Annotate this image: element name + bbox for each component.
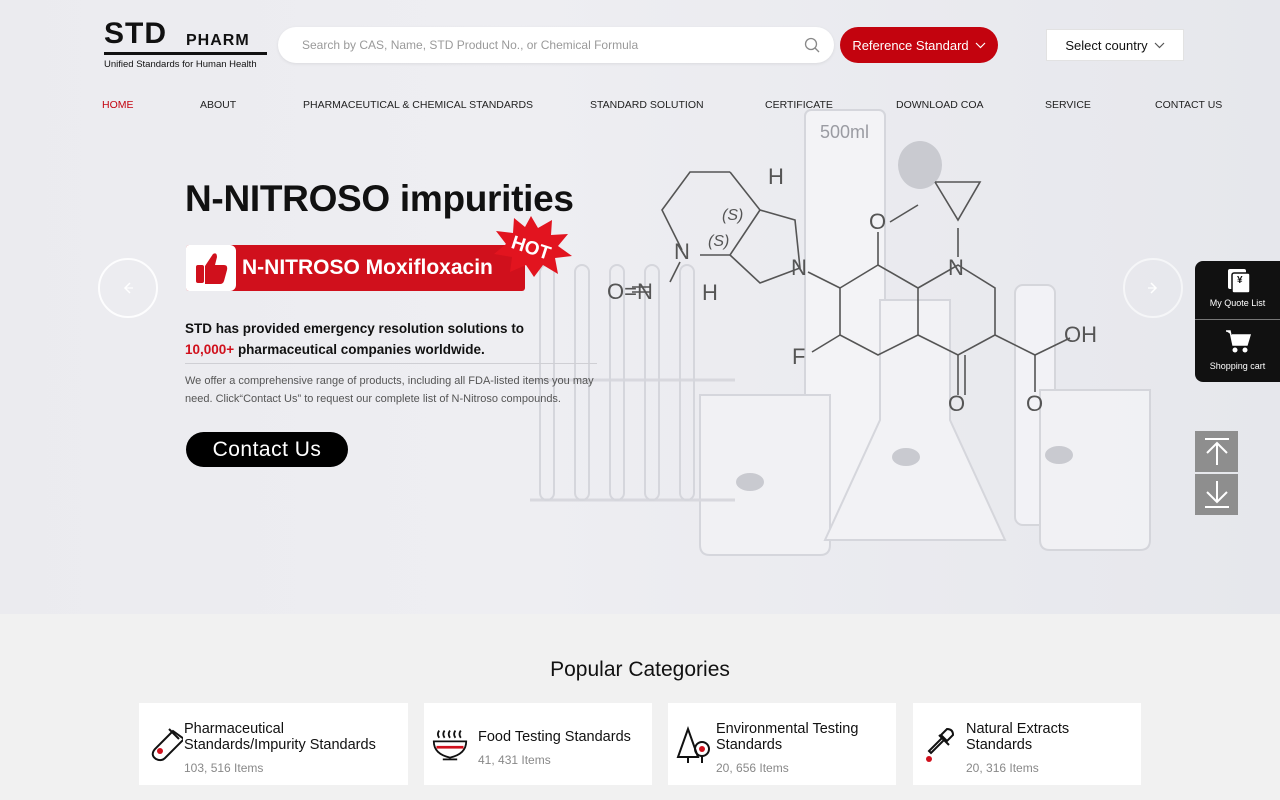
arrow-left-icon: [123, 282, 133, 294]
hero-lead-highlight: 10,000+: [185, 342, 235, 357]
hero-lead-line1: STD has provided emergency resolution so…: [185, 321, 525, 336]
nav-contact-us[interactable]: CONTACT US: [1155, 99, 1222, 111]
hero-lead-line2: pharmaceutical companies worldwide.: [234, 342, 485, 357]
hero-divider: [185, 363, 597, 364]
svg-text:(S): (S): [708, 233, 729, 250]
category-card-pharmaceutical[interactable]: Pharmaceutical Standards/Impurity Standa…: [139, 703, 408, 785]
nav-home[interactable]: HOME: [102, 99, 134, 111]
category-count: 20, 656 Items: [716, 761, 789, 775]
reference-standard-label: Reference Standard: [852, 37, 969, 53]
side-separator: [1195, 319, 1280, 320]
svg-text:O: O: [869, 209, 886, 234]
nav-about[interactable]: ABOUT: [200, 99, 236, 111]
category-name-line2: Standards/Impurity Standards: [184, 737, 376, 753]
svg-text:O: O: [948, 391, 965, 416]
lab-glassware-illustration: H (S) (S) N N O=N H O N F OH O O 500ml: [530, 109, 1151, 556]
side-panel: ¥ My Quote List Shopping cart: [1195, 261, 1280, 382]
carousel-next-button[interactable]: [1123, 258, 1183, 318]
search-bar[interactable]: [278, 27, 834, 63]
food-bowl-icon: [432, 730, 468, 761]
shopping-cart-button[interactable]: Shopping cart: [1195, 322, 1280, 382]
svg-text:N: N: [674, 239, 690, 264]
main-nav: HOME ABOUT PHARMACEUTICAL & CHEMICAL STA…: [0, 99, 1280, 115]
scroll-to-bottom-button[interactable]: [1195, 474, 1238, 515]
reference-standard-dropdown[interactable]: Reference Standard: [840, 27, 998, 63]
category-card-environmental[interactable]: Environmental Testing Standards 20, 656 …: [668, 703, 896, 785]
quote-list-label: My Quote List: [1209, 298, 1266, 308]
product-badge[interactable]: N-NITROSO Moxifloxacin: [186, 245, 525, 291]
logo-wordmark: STD: [104, 17, 167, 50]
dropper-icon: [926, 727, 955, 762]
test-tube-icon: [151, 728, 183, 762]
scroll-to-top-button[interactable]: [1195, 431, 1238, 472]
arrow-up-icon: [1205, 438, 1229, 465]
chevron-down-icon: [975, 42, 986, 49]
category-name: Natural Extracts: [966, 721, 1070, 737]
nav-download-coa[interactable]: DOWNLOAD COA: [896, 99, 984, 111]
my-quote-list-button[interactable]: ¥ My Quote List: [1195, 261, 1280, 321]
logo-rule: [104, 52, 267, 55]
hero-lead: STD has provided emergency resolution so…: [185, 318, 605, 360]
hot-burst-badge: HOT: [494, 216, 572, 277]
hero-banner: H (S) (S) N N O=N H O N F OH O O 500ml: [0, 0, 1280, 614]
logo-sub-wordmark: PHARM: [186, 32, 250, 49]
quote-list-icon: ¥: [1228, 269, 1251, 294]
search-icon[interactable]: [804, 37, 820, 53]
hero-description: We offer a comprehensive range of produc…: [185, 375, 594, 405]
svg-text:500ml: 500ml: [820, 122, 869, 142]
site-logo[interactable]: STD PHARM Unified Standards for Human He…: [104, 18, 269, 72]
nav-service[interactable]: SERVICE: [1045, 99, 1091, 111]
svg-text:N: N: [791, 255, 807, 280]
nav-standard-solution[interactable]: STANDARD SOLUTION: [590, 99, 704, 111]
logo-tagline: Unified Standards for Human Health: [104, 59, 257, 70]
search-input[interactable]: [302, 27, 792, 63]
category-card-food-testing[interactable]: Food Testing Standards 41, 431 Items: [424, 703, 652, 785]
popular-categories-title: Popular Categories: [550, 658, 730, 681]
svg-text:H: H: [702, 280, 718, 305]
country-select[interactable]: Select country: [1046, 29, 1184, 61]
category-name-line2: Standards: [966, 737, 1033, 753]
nav-certificate[interactable]: CERTIFICATE: [765, 99, 833, 111]
shopping-cart-label: Shopping cart: [1209, 361, 1266, 371]
category-name: Food Testing Standards: [478, 729, 631, 745]
environment-tree-icon: [676, 726, 710, 763]
shopping-cart-icon: [1226, 330, 1252, 353]
svg-text:(S): (S): [722, 207, 743, 224]
category-count: 41, 431 Items: [478, 753, 551, 767]
category-count: 20, 316 Items: [966, 761, 1039, 775]
thumbs-up-icon: [186, 245, 236, 291]
svg-text:N: N: [948, 255, 964, 280]
product-badge-label: N-NITROSO Moxifloxacin: [242, 256, 493, 279]
category-count: 103, 516 Items: [184, 761, 264, 775]
arrow-right-icon: [1148, 282, 1158, 294]
svg-text:OH: OH: [1064, 322, 1097, 347]
nav-pharmaceutical-chemical-standards[interactable]: PHARMACEUTICAL & CHEMICAL STANDARDS: [303, 99, 533, 111]
arrow-down-icon: [1205, 481, 1229, 508]
category-name: Environmental Testing: [716, 721, 859, 737]
category-name: Pharmaceutical: [184, 721, 284, 737]
carousel-prev-button[interactable]: [98, 258, 158, 318]
svg-text:F: F: [792, 344, 805, 369]
country-select-label: Select country: [1065, 37, 1148, 53]
svg-text:H: H: [768, 164, 784, 189]
svg-text:O=N: O=N: [607, 279, 653, 304]
category-name-line2: Standards: [716, 737, 783, 753]
chevron-down-icon: [1154, 42, 1165, 49]
contact-us-button[interactable]: Contact Us: [186, 432, 348, 467]
svg-text:¥: ¥: [1237, 275, 1243, 286]
category-card-natural-extracts[interactable]: Natural Extracts Standards 20, 316 Items: [913, 703, 1141, 785]
svg-text:O: O: [1026, 391, 1043, 416]
